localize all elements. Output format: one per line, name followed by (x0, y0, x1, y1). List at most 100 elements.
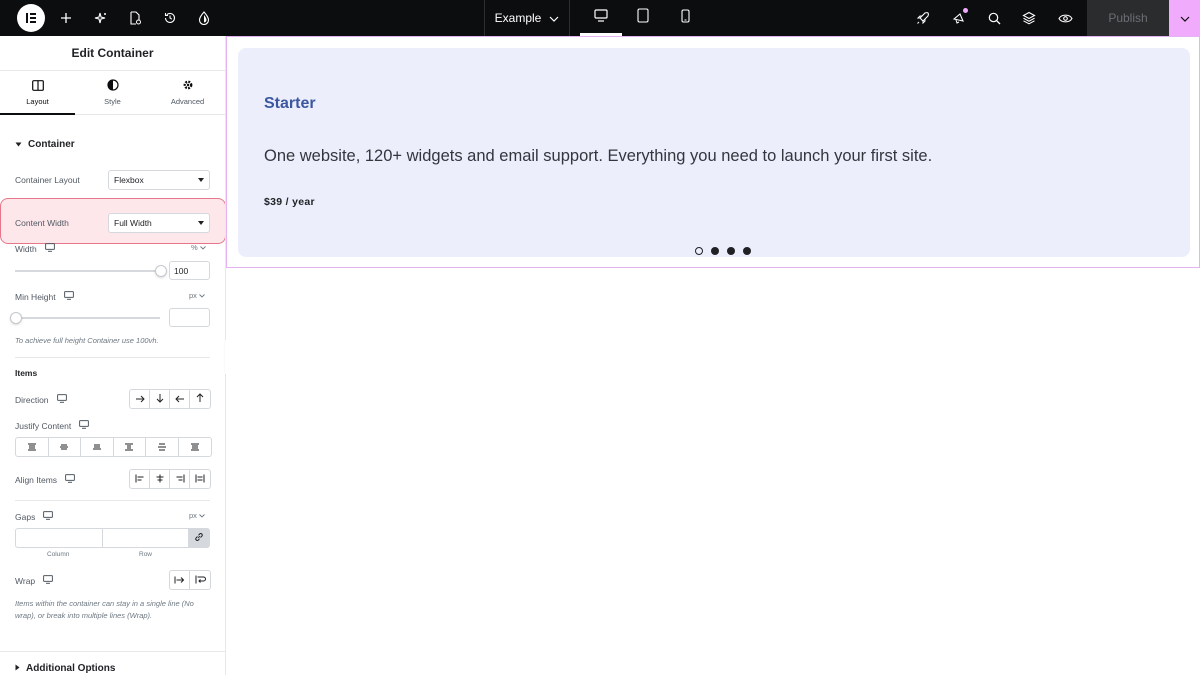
align-stretch-button[interactable] (190, 470, 210, 488)
gap-row-input[interactable] (103, 529, 190, 547)
publish-options-button[interactable] (1169, 0, 1200, 36)
carousel-dot[interactable] (727, 247, 735, 255)
desktop-view-button[interactable] (580, 0, 622, 36)
wrap-hint: Items within the container can stay in a… (15, 599, 194, 620)
min-height-slider[interactable] (15, 317, 160, 319)
wrap-label: Wrap (15, 575, 54, 586)
min-height-input[interactable] (169, 308, 210, 327)
align-end-icon (175, 470, 185, 488)
section-title: Additional Options (26, 663, 116, 674)
card-title[interactable]: Starter (264, 95, 316, 113)
justify-end-button[interactable] (81, 438, 114, 456)
caret-down-icon (198, 221, 204, 225)
carousel-dot[interactable] (743, 247, 751, 255)
wrap-button[interactable] (190, 571, 210, 589)
mobile-view-button[interactable] (664, 0, 706, 36)
desktop-icon[interactable] (65, 474, 75, 485)
container-layout-select[interactable]: Flexbox (108, 170, 210, 190)
gaps-unit-select[interactable]: px (189, 511, 205, 520)
width-unit-select[interactable]: % (191, 243, 206, 252)
card-description[interactable]: One website, 120+ widgets and email supp… (264, 147, 932, 166)
add-icon[interactable] (56, 0, 76, 36)
unit-value: px (189, 511, 197, 520)
desktop-icon[interactable] (44, 243, 55, 254)
search-icon[interactable] (984, 0, 1004, 36)
arrow-right-icon (135, 390, 145, 408)
justify-space-between-button[interactable] (114, 438, 146, 456)
align-end-button[interactable] (170, 470, 190, 488)
publish-button[interactable]: Publish (1087, 0, 1169, 36)
direction-row-reverse-button[interactable] (170, 390, 190, 408)
tab-advanced[interactable]: Advanced (150, 71, 225, 114)
min-height-label-text: Min Height (15, 291, 56, 302)
content-width-label: Content Width (15, 218, 69, 228)
desktop-icon[interactable] (79, 420, 90, 431)
link-values-button[interactable] (189, 529, 209, 547)
direction-control (129, 389, 211, 409)
wrap-icon (195, 571, 206, 589)
layout-icon (31, 79, 44, 93)
align-start-button[interactable] (130, 470, 150, 488)
width-input[interactable]: 100 (169, 261, 210, 280)
width-slider-handle[interactable] (155, 265, 167, 277)
ai-sparkle-icon[interactable] (91, 0, 111, 36)
direction-column-button[interactable] (150, 390, 170, 408)
desktop-icon[interactable] (43, 575, 54, 586)
unit-value: % (191, 243, 198, 252)
notifications-icon[interactable] (949, 0, 969, 36)
carousel-dot[interactable] (711, 247, 719, 255)
align-center-icon (155, 470, 165, 488)
tab-style[interactable]: Style (75, 71, 150, 114)
carousel-dot[interactable] (695, 247, 703, 255)
desktop-icon[interactable] (56, 394, 67, 405)
justify-center-button[interactable] (49, 438, 81, 456)
structure-icon[interactable] (1019, 0, 1039, 36)
direction-label-text: Direction (15, 394, 49, 405)
page-settings-icon[interactable] (125, 0, 145, 36)
justify-content-control (15, 437, 212, 457)
gap-column-input[interactable] (16, 529, 103, 547)
elementor-logo[interactable] (17, 4, 45, 32)
align-stretch-icon (195, 470, 205, 488)
min-height-unit-select[interactable]: px (189, 291, 205, 300)
width-label: Width (15, 243, 55, 254)
gear-icon (182, 79, 194, 93)
carousel-pagination (695, 247, 751, 255)
card-price[interactable]: $39 / year (264, 196, 315, 208)
desktop-icon[interactable] (63, 291, 74, 302)
chevron-down-icon (199, 291, 205, 300)
selected-container[interactable]: Starter One website, 120+ widgets and em… (226, 36, 1200, 268)
justify-content-label-text: Justify Content (15, 420, 72, 431)
rocket-icon[interactable] (913, 0, 933, 36)
caret-right-icon (15, 663, 20, 674)
container-section-toggle[interactable]: Container (15, 139, 75, 150)
justify-space-evenly-button[interactable] (179, 438, 212, 456)
panel-tabs: Layout Style Advanced (0, 71, 225, 115)
direction-column-reverse-button[interactable] (190, 390, 210, 408)
pricing-card[interactable]: Starter One website, 120+ widgets and em… (238, 48, 1190, 257)
site-selector[interactable]: Example (484, 0, 570, 36)
no-wrap-button[interactable] (170, 571, 190, 589)
gaps-label: Gaps (15, 511, 54, 522)
justify-start-button[interactable] (16, 438, 49, 456)
history-icon[interactable] (160, 0, 180, 36)
min-height-slider-handle[interactable] (10, 312, 22, 324)
preview-icon[interactable] (1055, 0, 1075, 36)
mobile-icon (680, 8, 690, 28)
justify-space-around-button[interactable] (146, 438, 179, 456)
tablet-view-button[interactable] (622, 0, 664, 36)
content-width-select[interactable]: Full Width (108, 213, 210, 233)
desktop-icon[interactable] (43, 511, 54, 522)
additional-options-toggle[interactable]: Additional Options (15, 663, 115, 674)
justify-space-between-icon (124, 438, 134, 456)
direction-row-button[interactable] (130, 390, 150, 408)
tab-label: Layout (26, 96, 49, 106)
arrow-down-icon (156, 390, 164, 408)
site-settings-icon[interactable] (194, 0, 214, 36)
chevron-down-icon (199, 243, 206, 252)
align-center-button[interactable] (150, 470, 170, 488)
justify-content-label: Justify Content (15, 420, 90, 431)
tab-layout[interactable]: Layout (0, 71, 75, 115)
width-slider[interactable] (15, 270, 160, 272)
width-label-text: Width (15, 243, 37, 254)
